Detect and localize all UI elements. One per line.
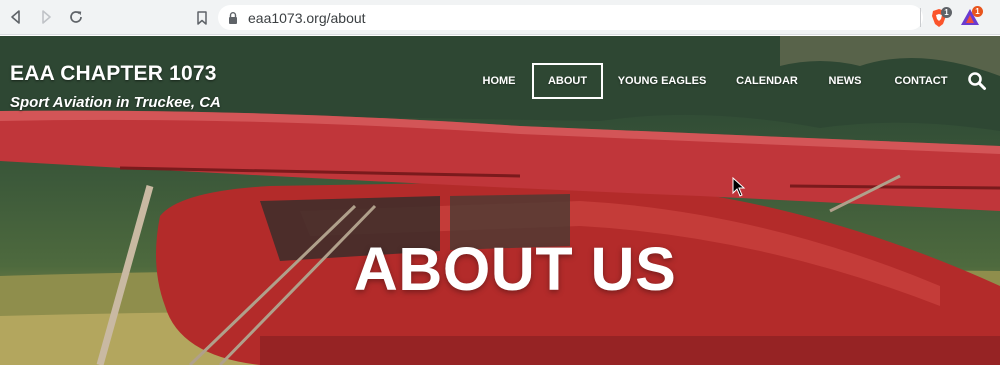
back-button[interactable] <box>2 3 30 31</box>
nav-calendar[interactable]: CALENDAR <box>728 63 806 99</box>
search-icon[interactable] <box>967 71 987 91</box>
page-title: ABOUT US <box>353 235 677 303</box>
toolbar-divider <box>920 8 921 27</box>
reload-button[interactable] <box>62 3 90 31</box>
address-bar[interactable]: eaa1073.org/about <box>218 5 923 30</box>
bookmark-button[interactable] <box>188 4 216 32</box>
reload-icon <box>70 11 82 23</box>
nav-news[interactable]: NEWS <box>822 63 868 99</box>
lock-icon <box>229 11 237 24</box>
back-icon <box>11 10 20 24</box>
nav-young-eagles[interactable]: YOUNG EAGLES <box>612 63 712 99</box>
browser-toolbar: eaa1073.org/about 1 1 <box>0 0 1000 35</box>
hero-section: EAA CHAPTER 1073 Sport Aviation in Truck… <box>0 36 1000 365</box>
url-text: eaa1073.org/about <box>248 9 366 26</box>
nav-home[interactable]: HOME <box>472 63 526 99</box>
nav-about[interactable]: ABOUT <box>532 63 603 99</box>
forward-button[interactable] <box>32 3 60 31</box>
mouse-cursor-icon <box>732 177 746 197</box>
bookmark-icon <box>197 11 207 25</box>
forward-icon <box>42 10 51 24</box>
main-navigation: HOME ABOUT YOUNG EAGLES CALENDAR NEWS CO… <box>0 63 1000 99</box>
brave-rewards-badge: 1 <box>972 6 983 17</box>
nav-contact[interactable]: CONTACT <box>886 63 956 99</box>
brave-shield-badge: 1 <box>941 7 952 18</box>
